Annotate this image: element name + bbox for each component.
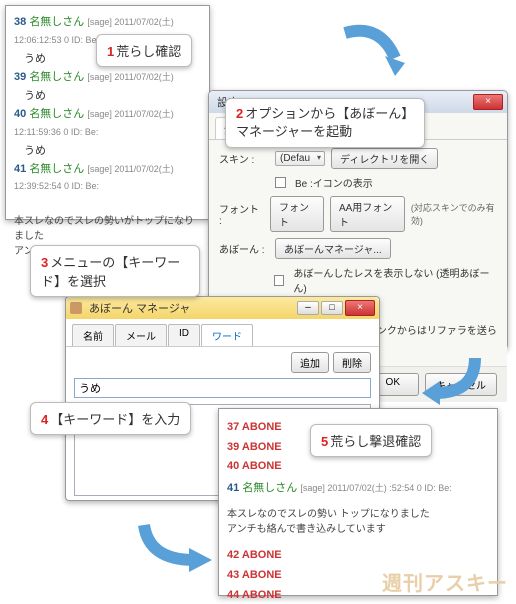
tab-id[interactable]: ID: [168, 324, 200, 346]
arrow-icon: [340, 18, 410, 88]
open-dir-button[interactable]: ディレクトリを開く: [331, 148, 438, 169]
arrow-icon: [134, 515, 219, 575]
delete-button[interactable]: 削除: [333, 352, 371, 373]
tab-mail[interactable]: メール: [115, 324, 167, 346]
be-checkbox[interactable]: [275, 177, 286, 188]
manager-tabs: 名前 メール ID ワード: [66, 319, 379, 347]
abone-label: あぼーん :: [219, 241, 269, 256]
callout-5: 5荒らし撃退確認: [310, 424, 432, 457]
minimize-button[interactable]: –: [297, 301, 319, 315]
abone-manager-button[interactable]: あぼーんマネージャ...: [275, 238, 391, 259]
skin-select[interactable]: (Defau: [275, 151, 325, 166]
abone-line: 40 ABONE: [227, 458, 489, 476]
post: 41 名無しさん [sage] 2011/07/02(土) :52:54 0 I…: [227, 480, 489, 498]
app-icon: [70, 302, 82, 314]
dialog-title: あぼーん マネージャ: [85, 300, 297, 316]
watermark: 週刊アスキー: [382, 567, 508, 596]
post: 40 名無しさん [sage] 2011/07/02(土) 12:11:59:3…: [14, 106, 201, 161]
arrow-icon: [420, 348, 490, 408]
titlebar[interactable]: あぼーん マネージャ – □ ×: [66, 297, 379, 319]
close-button[interactable]: ×: [473, 94, 503, 110]
thread-note: 本スレなのでスレの勢い トップになりましたアンチも絡んで書き込みしています: [227, 507, 489, 537]
font-button[interactable]: フォント: [270, 196, 324, 232]
transparent-abone-checkbox[interactable]: [274, 275, 285, 286]
keyword-input[interactable]: [74, 378, 371, 398]
font-label: フォント :: [219, 201, 264, 227]
close-button[interactable]: ×: [345, 300, 375, 316]
callout-3: 3メニューの【キーワード】を選択: [30, 245, 200, 297]
callout-4: 4【キーワード】を入力: [30, 402, 191, 435]
post: 39 名無しさん [sage] 2011/07/02(土)うめ: [14, 69, 201, 106]
callout-2: 2オプションから【あぼーん】マネージャーを起動: [225, 98, 425, 148]
tab-word[interactable]: ワード: [201, 324, 253, 346]
abone-line: 42 ABONE: [227, 547, 489, 565]
aa-font-button[interactable]: AA用フォント: [330, 196, 405, 232]
add-button[interactable]: 追加: [291, 352, 329, 373]
callout-1: 1荒らし確認: [96, 34, 192, 67]
post: 41 名無しさん [sage] 2011/07/02(土) 12:39:52:5…: [14, 161, 201, 196]
tab-name[interactable]: 名前: [72, 324, 114, 346]
maximize-button[interactable]: □: [321, 301, 343, 315]
skin-label: スキン :: [219, 151, 269, 166]
